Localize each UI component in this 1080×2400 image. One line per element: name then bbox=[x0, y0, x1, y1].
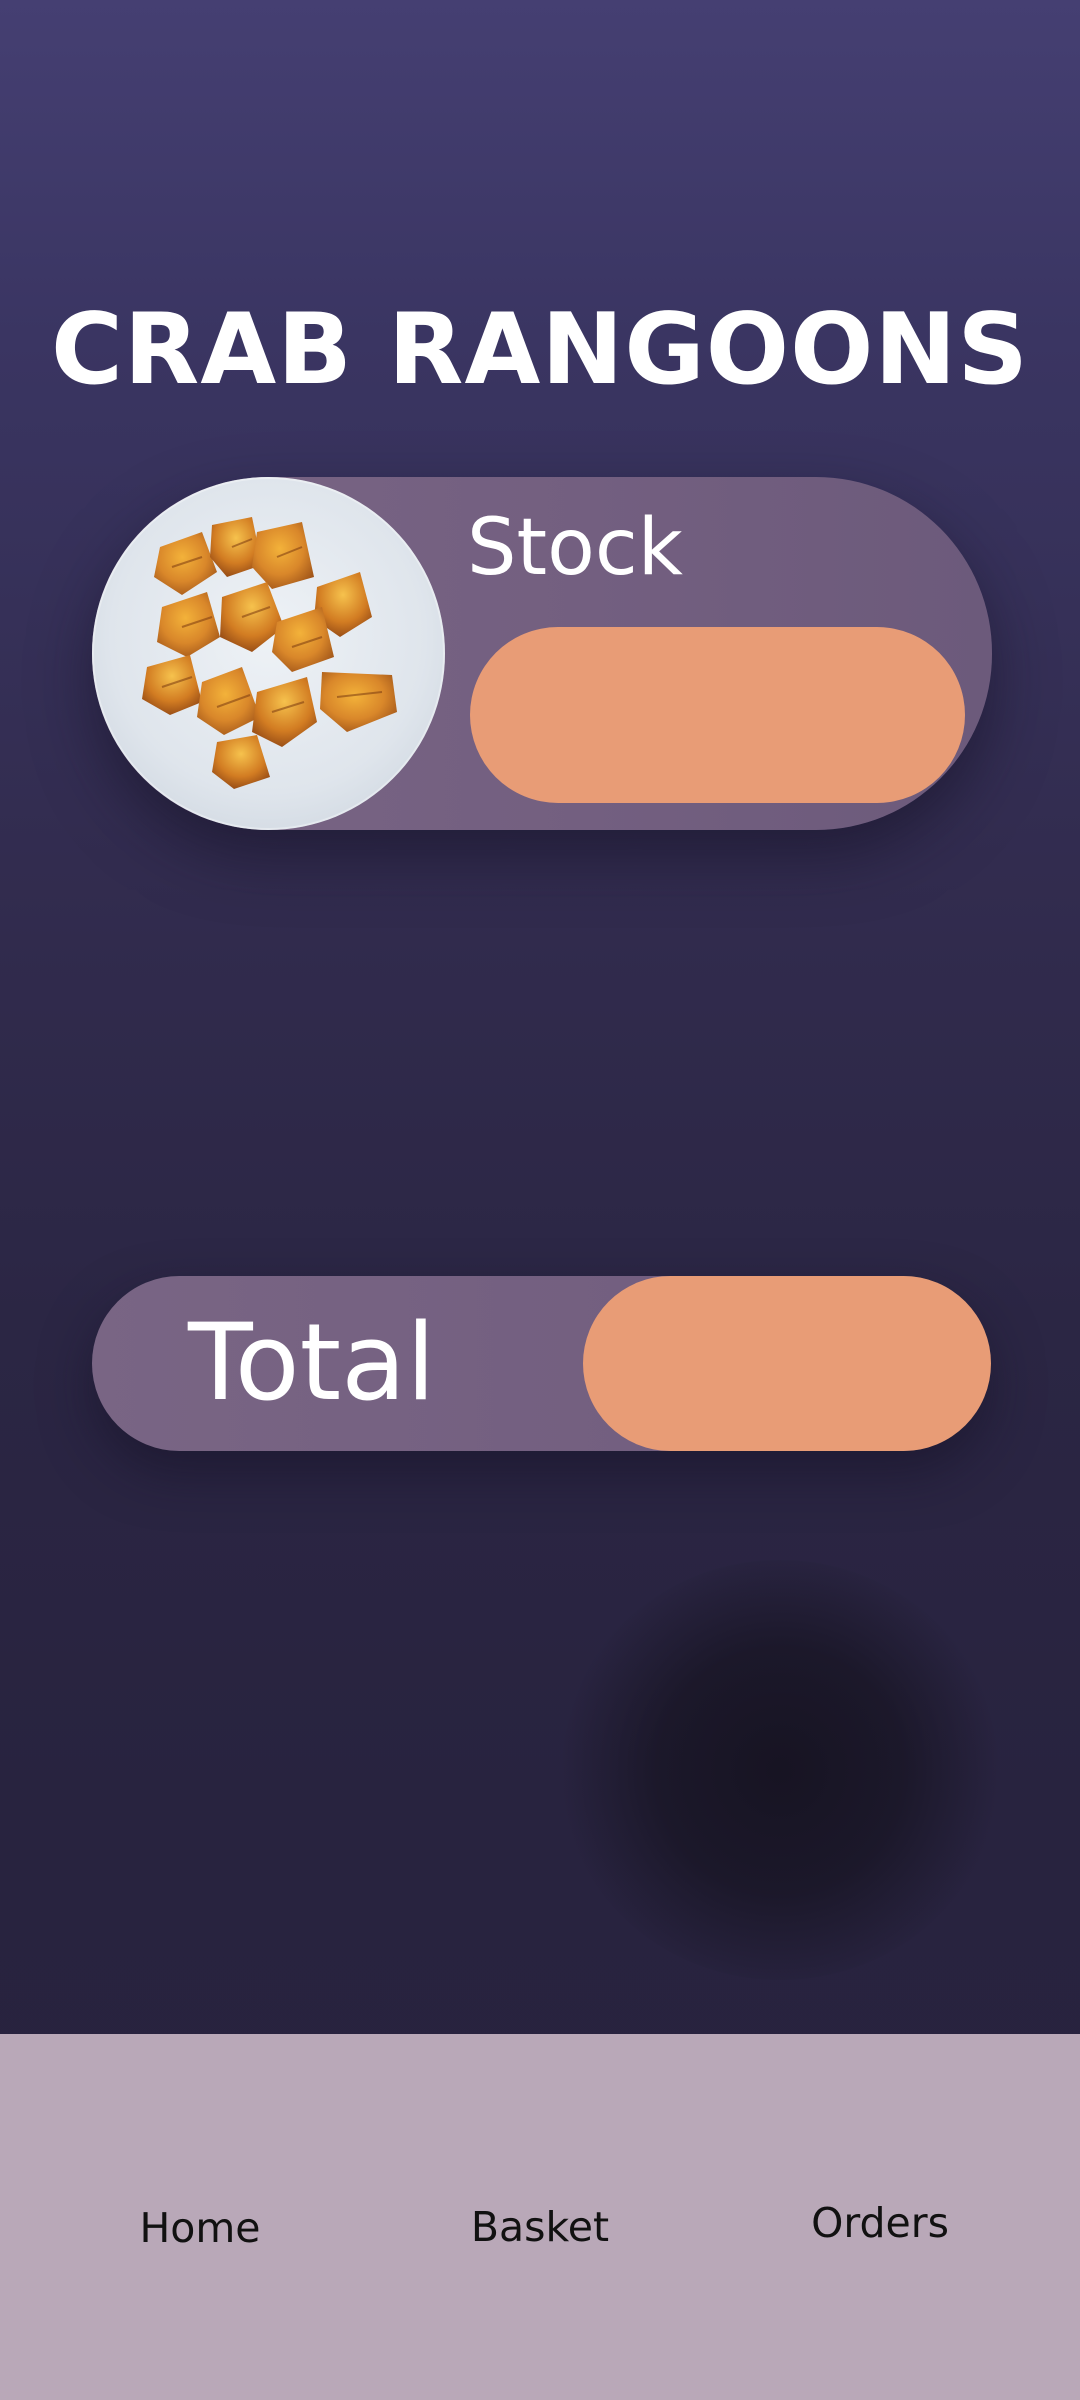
nav-item-basket[interactable]: Basket bbox=[410, 2202, 670, 2252]
nav-item-orders[interactable]: Orders bbox=[750, 2198, 1010, 2248]
stock-label: Stock bbox=[467, 503, 683, 593]
floating-shadow-decoration bbox=[560, 1560, 1000, 1980]
total-label: Total bbox=[188, 1301, 436, 1424]
page-title: CRAB RANGOONS bbox=[50, 293, 1030, 407]
product-image bbox=[92, 477, 445, 830]
nav-item-home[interactable]: Home bbox=[70, 2203, 330, 2253]
crab-rangoon-plate-icon bbox=[142, 517, 397, 789]
total-value-field[interactable] bbox=[583, 1276, 991, 1451]
stock-value-field[interactable] bbox=[470, 627, 965, 803]
